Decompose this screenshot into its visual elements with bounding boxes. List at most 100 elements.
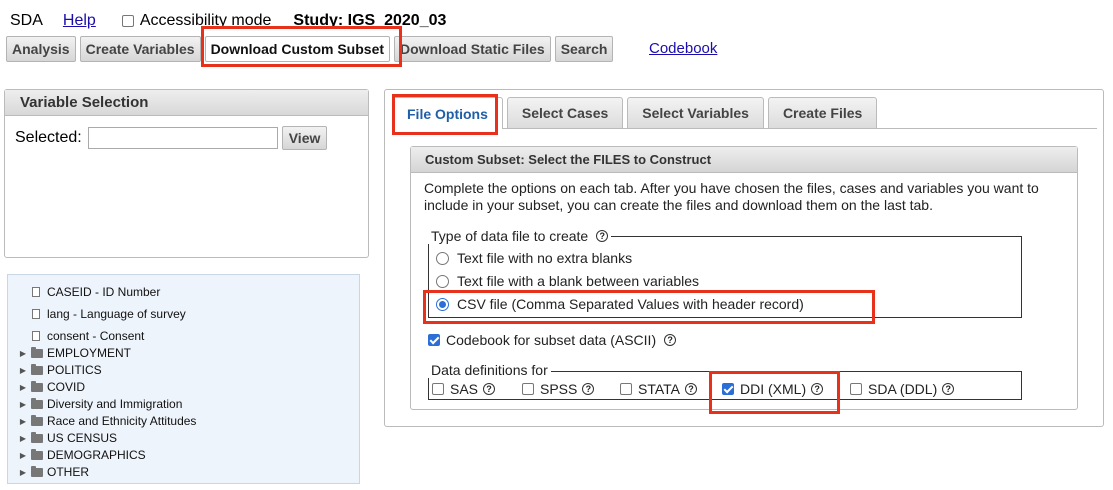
tree-folder-covid[interactable]: ▶ COVID [8,379,85,395]
variable-tree: CASEID - ID Number lang - Language of su… [7,274,360,484]
ddi-checkbox[interactable] [722,383,734,395]
accessibility-toggle[interactable]: Accessibility mode [121,12,272,30]
def-label: SPSS [540,381,578,397]
tree-item-label: EMPLOYMENT [47,346,132,360]
expand-arrow-icon[interactable]: ▶ [18,451,28,460]
tree-item-label: lang - Language of survey [47,307,186,321]
folder-icon [31,448,43,460]
app-name: SDA [10,12,43,29]
radio-button[interactable] [436,251,449,265]
expand-arrow-icon[interactable]: ▶ [18,434,28,443]
create-variables-button[interactable]: Create Variables [79,36,201,62]
tree-folder-politics[interactable]: ▶ POLITICS [8,362,102,378]
tree-item-caseid[interactable]: CASEID - ID Number [8,284,160,300]
help-icon[interactable]: ? [942,383,955,395]
tree-folder-employment[interactable]: ▶ EMPLOYMENT [8,345,131,361]
tab-bar: File Options Select Cases Select Variabl… [392,97,878,129]
custom-subset-title: Custom Subset: Select the FILES to Const… [411,147,1077,173]
expand-arrow-icon[interactable]: ▶ [18,383,28,392]
sas-checkbox[interactable] [432,383,444,395]
help-icon[interactable]: ? [685,383,697,395]
document-icon [32,287,40,297]
radio-button[interactable] [436,274,449,288]
folder-icon [31,431,43,443]
download-static-files-button[interactable]: Download Static Files [394,36,551,62]
tree-item-label: POLITICS [47,363,102,377]
tree-item-label: Diversity and Immigration [47,397,183,411]
codebook-checkbox[interactable] [428,334,440,346]
file-type-option-blank-between[interactable]: Text file with a blank between variables [436,273,699,289]
download-custom-subset-button[interactable]: Download Custom Subset [204,36,391,62]
file-type-legend: Type of data file to create ? [428,228,612,244]
def-option-spss[interactable]: SPSS ? [522,381,595,397]
tree-item-label: CASEID - ID Number [47,285,161,299]
stata-checkbox[interactable] [620,383,632,395]
help-icon[interactable]: ? [582,383,595,395]
tree-item-consent[interactable]: consent - Consent [8,328,144,344]
help-icon[interactable]: ? [811,383,824,395]
option-label: CSV file (Comma Separated Values with he… [457,296,804,312]
accessibility-checkbox[interactable] [121,15,134,27]
tree-folder-other[interactable]: ▶ OTHER [8,464,89,480]
def-label: SAS [450,381,479,397]
help-icon[interactable]: ? [664,334,677,346]
tab-file-options[interactable]: File Options [392,97,503,129]
help-icon[interactable]: ? [483,383,496,395]
folder-icon [31,414,43,426]
tree-folder-demographics[interactable]: ▶ DEMOGRAPHICS [8,447,146,463]
analysis-button[interactable]: Analysis [6,36,76,62]
intro-text: Complete the options on each tab. After … [424,180,1064,214]
help-icon[interactable]: ? [596,230,609,242]
file-type-option-no-blanks[interactable]: Text file with no extra blanks [436,250,632,266]
def-option-stata[interactable]: STATA ? [620,381,697,397]
folder-icon [31,363,43,375]
tree-item-label: Race and Ethnicity Attitudes [47,414,197,428]
selected-label: Selected: [15,129,82,146]
tree-item-label: OTHER [47,465,89,479]
expand-arrow-icon[interactable]: ▶ [18,366,28,375]
codebook-option[interactable]: Codebook for subset data (ASCII) ? [428,332,677,348]
folder-icon [31,380,43,392]
variable-selection-title: Variable Selection [5,90,368,116]
codebook-option-label: Codebook for subset data (ASCII) [446,332,657,348]
codebook-link[interactable]: Codebook [649,40,717,57]
def-option-sda[interactable]: SDA (DDL) ? [850,381,955,397]
main-toolbar: Analysis Create Variables Download Custo… [6,36,614,62]
file-type-legend-label: Type of data file to create [431,228,589,244]
option-label: Text file with a blank between variables [457,273,700,289]
def-label: SDA (DDL) [868,381,938,397]
tree-item-label: US CENSUS [47,431,118,445]
expand-arrow-icon[interactable]: ▶ [18,400,28,409]
expand-arrow-icon[interactable]: ▶ [18,417,28,426]
help-link[interactable]: Help [63,12,96,30]
accessibility-label: Accessibility mode [139,12,272,29]
intro-line-2: include in your subset, you can create t… [424,197,933,213]
tab-create-files[interactable]: Create Files [767,97,878,128]
spss-checkbox[interactable] [522,383,534,395]
data-defs-legend: Data definitions for [428,362,551,378]
tree-folder-diversity[interactable]: ▶ Diversity and Immigration [8,396,182,412]
folder-icon [31,465,43,477]
file-type-option-csv[interactable]: CSV file (Comma Separated Values with he… [436,296,804,312]
tree-item-lang[interactable]: lang - Language of survey [8,306,186,322]
view-button[interactable]: View [281,126,328,150]
tab-select-variables[interactable]: Select Variables [627,97,764,128]
def-option-ddi[interactable]: DDI (XML) ? [722,381,824,397]
tab-select-cases[interactable]: Select Cases [506,97,624,128]
def-label: DDI (XML) [740,381,807,397]
radio-button-selected[interactable] [436,297,449,311]
intro-line-1: Complete the options on each tab. After … [424,180,1039,196]
expand-arrow-icon[interactable]: ▶ [18,468,28,477]
document-icon [32,309,40,319]
tree-folder-census[interactable]: ▶ US CENSUS [8,430,117,446]
selected-input[interactable] [87,127,278,149]
sda-checkbox[interactable] [850,383,862,395]
search-button[interactable]: Search [554,36,614,62]
tree-folder-race[interactable]: ▶ Race and Ethnicity Attitudes [8,413,197,429]
def-label: STATA [638,381,680,397]
variable-selection-panel: Variable Selection Selected: View [4,89,369,258]
def-option-sas[interactable]: SAS ? [432,381,496,397]
selected-row: Selected: View [15,126,328,150]
option-label: Text file with no extra blanks [457,250,633,266]
expand-arrow-icon[interactable]: ▶ [18,349,28,358]
